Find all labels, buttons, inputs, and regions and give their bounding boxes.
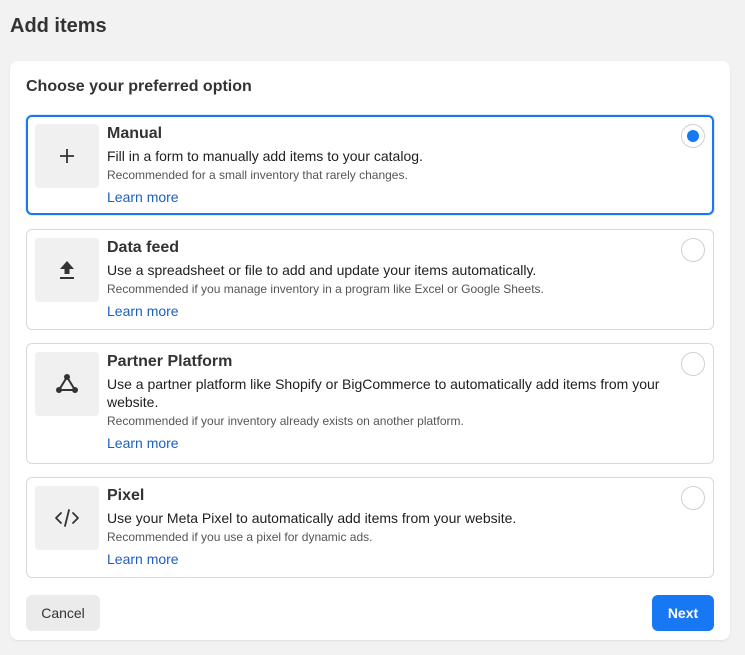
page-title: Add items (10, 15, 107, 37)
option-recommendation: Recommended if your inventory already ex… (107, 414, 464, 428)
option-description: Use your Meta Pixel to automatically add… (107, 510, 517, 526)
cancel-button[interactable]: Cancel (26, 595, 100, 631)
option-recommendation: Recommended if you use a pixel for dynam… (107, 530, 373, 544)
options-card: Choose your preferred option Manual Fill… (10, 61, 730, 640)
radio-button[interactable] (681, 486, 705, 510)
option-title: Partner Platform (107, 353, 233, 370)
option-pixel[interactable]: Pixel Use your Meta Pixel to automatical… (26, 477, 714, 578)
option-title: Pixel (107, 487, 145, 504)
option-description: Use a spreadsheet or file to add and upd… (107, 262, 537, 278)
option-description: Use a partner platform like Shopify or B… (107, 376, 660, 410)
plus-icon (35, 124, 99, 188)
card-heading: Choose your preferred option (26, 78, 252, 95)
upload-icon (35, 238, 99, 302)
learn-more-link[interactable]: Learn more (107, 302, 179, 320)
partner-network-icon (35, 352, 99, 416)
learn-more-link[interactable]: Learn more (107, 434, 179, 452)
radio-button[interactable] (681, 124, 705, 148)
option-title: Manual (107, 125, 163, 142)
learn-more-link[interactable]: Learn more (107, 188, 179, 206)
option-partner-platform[interactable]: Partner Platform Use a partner platform … (26, 343, 714, 464)
option-recommendation: Recommended for a small inventory that r… (107, 168, 408, 182)
option-data-feed[interactable]: Data feed Use a spreadsheet or file to a… (26, 229, 714, 330)
learn-more-link[interactable]: Learn more (107, 550, 179, 568)
code-icon (35, 486, 99, 550)
radio-button[interactable] (681, 238, 705, 262)
next-button[interactable]: Next (652, 595, 714, 631)
option-recommendation: Recommended if you manage inventory in a… (107, 282, 544, 296)
option-manual[interactable]: Manual Fill in a form to manually add it… (26, 115, 714, 215)
option-title: Data feed (107, 239, 180, 256)
option-description: Fill in a form to manually add items to … (107, 148, 423, 164)
radio-button[interactable] (681, 352, 705, 376)
